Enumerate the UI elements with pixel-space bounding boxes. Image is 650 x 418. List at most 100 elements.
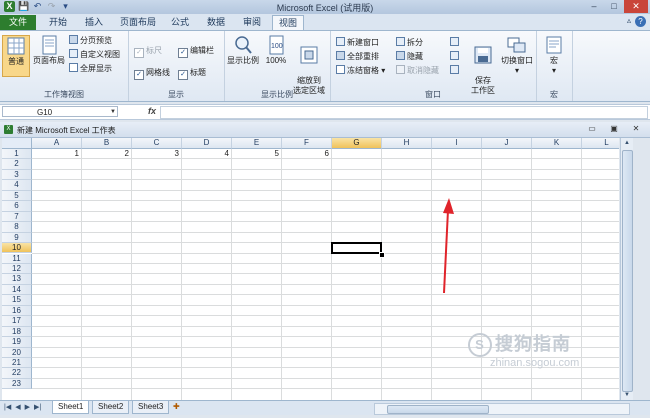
row-header-13[interactable]: 13 [2,274,32,285]
zoom-to-selection-button[interactable]: 缩放到 选定区域 [290,35,328,96]
row-header-7[interactable]: 7 [2,211,32,223]
name-box[interactable]: G10 [2,106,118,117]
row-header-16[interactable]: 16 [2,305,32,317]
column-header-e[interactable]: E [232,138,282,149]
column-header-b[interactable]: B [82,138,132,149]
tab-file[interactable]: 文件 [0,15,36,30]
horizontal-scroll-thumb[interactable] [387,405,489,414]
sheet-tab-1[interactable]: Sheet1 [52,401,90,414]
fullscreen-button[interactable]: 全屏显示 [69,63,112,74]
row-header-19[interactable]: 19 [2,337,32,348]
column-header-d[interactable]: D [182,138,232,149]
reset-window-icon[interactable] [450,65,461,76]
fill-handle[interactable] [379,251,385,258]
normal-view-button[interactable]: 普通 [2,35,30,77]
tab-view[interactable]: 视图 [272,15,304,31]
workbook-minimize-button[interactable]: ▭ [586,124,598,133]
row-header-5[interactable]: 5 [2,190,32,202]
last-sheet-icon[interactable]: ▶| [34,403,41,411]
tab-review[interactable]: 审阅 [238,15,266,30]
tab-insert[interactable]: 插入 [80,15,108,30]
custom-views-button[interactable]: 自定义视图 [69,49,120,60]
workbook-restore-button[interactable]: ▣ [608,124,620,133]
cell-e1[interactable]: 5 [232,149,279,159]
row-header-8[interactable]: 8 [2,222,32,233]
prev-sheet-icon[interactable]: ◀ [15,403,20,411]
name-box-dropdown-icon[interactable]: ▼ [110,109,116,115]
row-header-23[interactable]: 23 [2,378,32,390]
column-header-h[interactable]: H [382,138,432,149]
row-header-3[interactable]: 3 [2,169,32,181]
arrange-all-button[interactable]: 全部重排 [336,51,379,62]
row-header-10[interactable]: 10 [2,243,32,254]
new-window-button[interactable]: 新建窗口 [336,37,379,48]
macros-button[interactable]: 宏 ▾ [542,35,566,76]
row-header-11[interactable]: 11 [2,253,32,264]
minimize-ribbon-icon[interactable]: ▵ [627,16,631,27]
help-icon[interactable]: ? [635,16,646,27]
tab-home[interactable]: 开始 [44,15,72,30]
first-sheet-icon[interactable]: |◀ [4,403,11,411]
save-workspace-button[interactable]: 保存 工作区 [468,35,498,96]
row-header-15[interactable]: 15 [2,295,32,306]
formula-input[interactable] [160,106,648,119]
row-header-14[interactable]: 14 [2,284,32,296]
column-header-l[interactable]: L [582,138,619,149]
insert-sheet-icon[interactable]: ✚ [173,402,185,412]
minimize-button[interactable]: – [584,0,604,13]
next-sheet-icon[interactable]: ▶ [25,403,30,411]
scroll-up-icon[interactable]: ▲ [621,138,633,148]
column-header-g[interactable]: G [332,138,382,149]
tab-formulas[interactable]: 公式 [166,15,194,30]
column-header-j[interactable]: J [482,138,532,149]
workbook-close-button[interactable]: ✕ [630,124,642,133]
hide-button[interactable]: 隐藏 [396,51,423,62]
cell-d1[interactable]: 4 [182,149,229,159]
headings-checkbox[interactable]: ✓ 标题 [178,67,206,80]
formula-bar-checkbox[interactable]: ✓ 编辑栏 [178,45,214,58]
cell-a1[interactable]: 1 [32,149,79,159]
cell-f1[interactable]: 6 [282,149,329,159]
unhide-button[interactable]: 取消隐藏 [396,65,439,76]
row-header-4[interactable]: 4 [2,180,32,191]
insert-function-icon[interactable]: fx [148,106,156,116]
row-header-2[interactable]: 2 [2,159,32,170]
row-header-12[interactable]: 12 [2,263,32,275]
column-header-a[interactable]: A [32,138,82,149]
column-header-c[interactable]: C [132,138,182,149]
tab-page-layout[interactable]: 页面布局 [116,15,160,30]
cell-b1[interactable]: 2 [82,149,129,159]
switch-windows-button[interactable]: 切换窗口 ▾ [500,35,534,76]
row-header-6[interactable]: 6 [2,201,32,212]
sheet-tab-3[interactable]: Sheet3 [132,401,170,414]
zoom-button[interactable]: 显示比例 [226,35,260,66]
column-header-f[interactable]: F [282,138,332,149]
column-header-k[interactable]: K [532,138,582,149]
tab-data[interactable]: 数据 [202,15,230,30]
row-header-22[interactable]: 22 [2,368,32,379]
zoom-100-button[interactable]: 100 100% [264,35,288,66]
gridlines-checkbox[interactable]: ✓ 网格线 [134,67,170,80]
sync-scroll-icon[interactable] [450,51,461,62]
split-button[interactable]: 拆分 [396,37,423,48]
sheet-tab-2[interactable]: Sheet2 [92,401,130,414]
row-header-1[interactable]: 1 [2,149,32,160]
scroll-down-icon[interactable]: ▼ [621,390,633,400]
cell-c1[interactable]: 3 [132,149,179,159]
row-header-17[interactable]: 17 [2,316,32,327]
column-header-i[interactable]: I [432,138,482,149]
row-header-9[interactable]: 9 [2,232,32,244]
row-header-21[interactable]: 21 [2,358,32,369]
row-header-18[interactable]: 18 [2,326,32,338]
side-by-side-icon[interactable] [450,37,461,48]
close-button[interactable]: ✕ [624,0,648,13]
select-all-corner[interactable] [2,138,32,149]
horizontal-scrollbar[interactable] [374,403,630,415]
active-cell-g10[interactable] [331,242,382,255]
freeze-panes-button[interactable]: 冻结窗格 ▾ [336,65,385,76]
maximize-button[interactable]: □ [604,0,624,13]
page-break-preview-button[interactable]: 分页预览 [69,35,112,46]
row-header-20[interactable]: 20 [2,347,32,358]
ruler-checkbox[interactable]: ✓ 标尺 [134,45,162,58]
page-layout-view-button[interactable]: 页面布局 [32,35,66,66]
